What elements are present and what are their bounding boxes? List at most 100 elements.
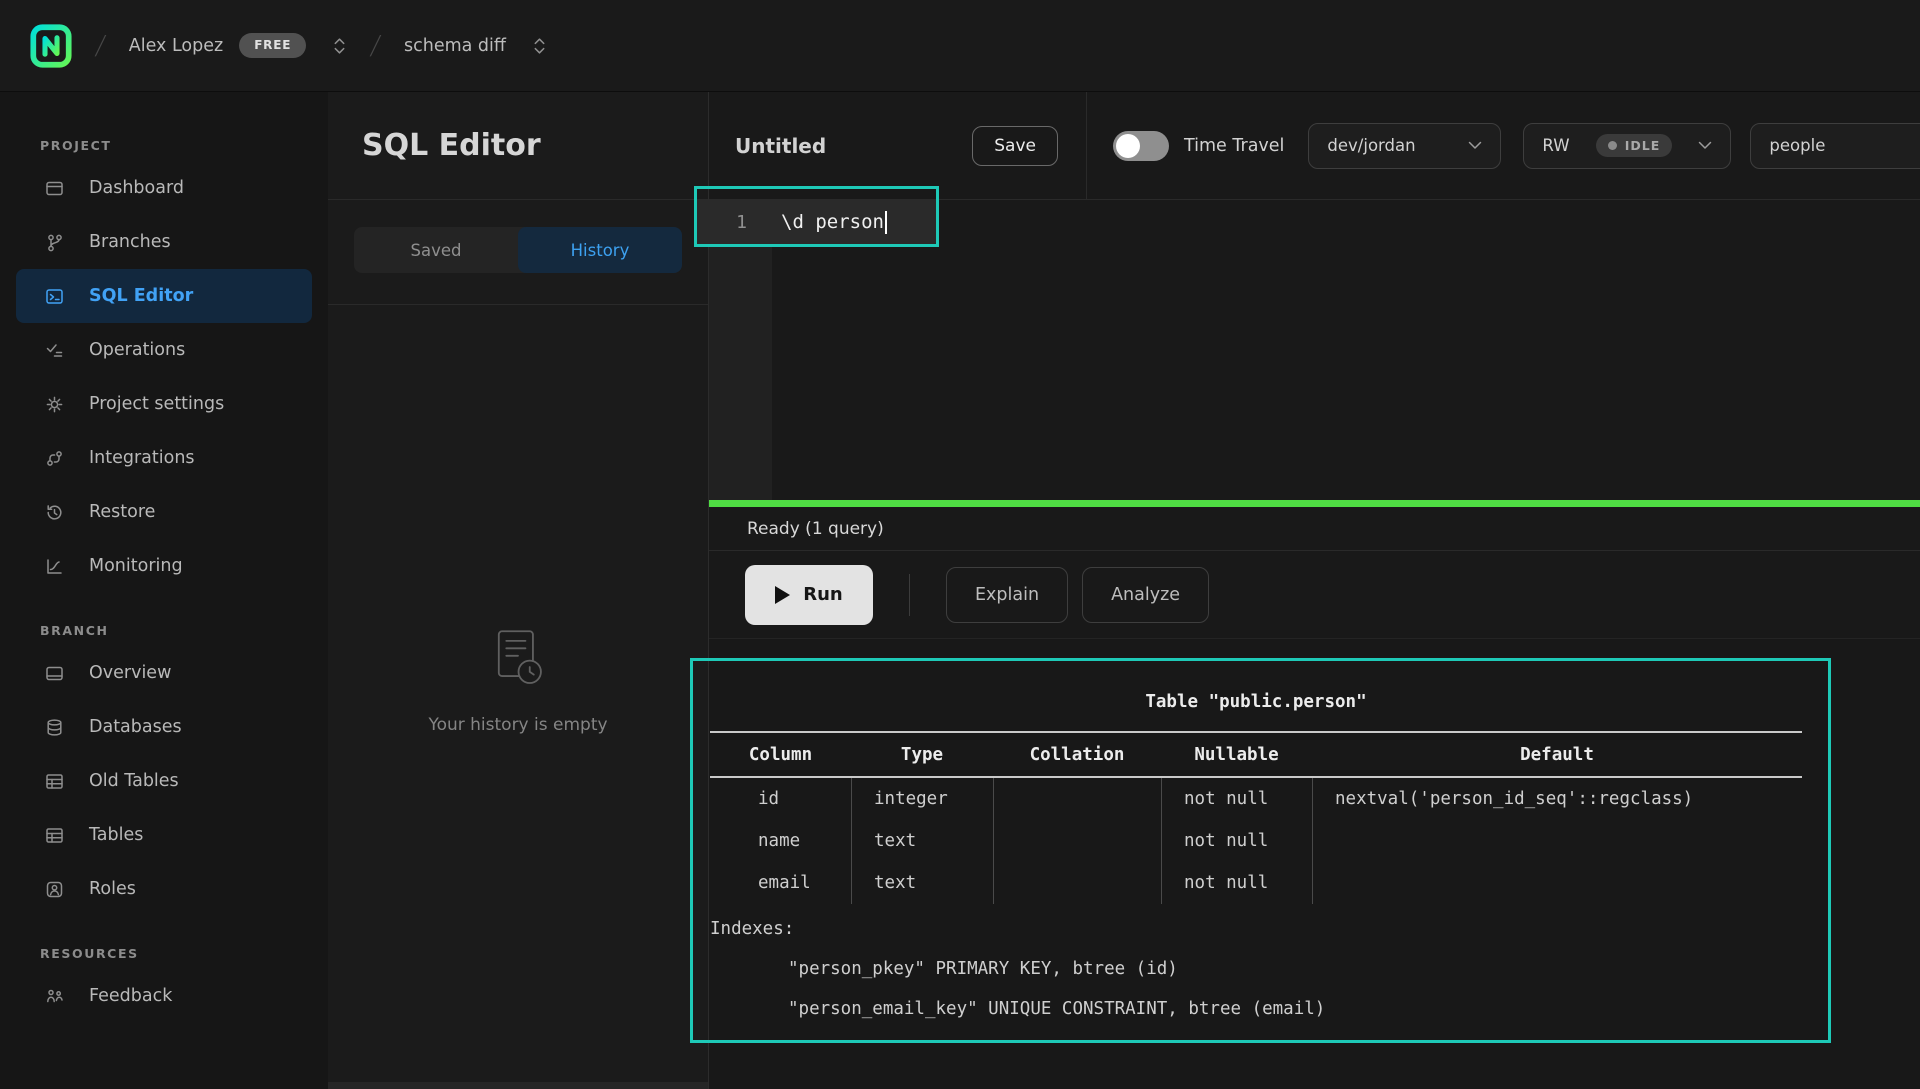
analyze-button[interactable]: Analyze bbox=[1082, 567, 1209, 623]
sidebar-item-project-settings[interactable]: Project settings bbox=[0, 377, 328, 431]
project-name[interactable]: schema diff bbox=[404, 36, 506, 56]
column-header: Column bbox=[710, 733, 851, 776]
window-icon bbox=[44, 178, 65, 199]
sidebar-item-label: Branches bbox=[89, 232, 171, 252]
run-button[interactable]: Run bbox=[745, 565, 873, 625]
column-header: Nullable bbox=[1161, 733, 1312, 776]
cell-column: email bbox=[710, 862, 851, 904]
sidebar-item-label: Operations bbox=[89, 340, 185, 360]
divider bbox=[328, 304, 708, 305]
compute-select-value: RW bbox=[1542, 136, 1569, 155]
sidebar-item-label: Feedback bbox=[89, 986, 172, 1006]
query-progress-bar bbox=[709, 500, 1920, 507]
sidebar-item-label: Dashboard bbox=[89, 178, 184, 198]
connection-bar: Time Travel dev/jordan RW IDLE people bbox=[1087, 92, 1920, 199]
chevron-down-icon bbox=[1698, 141, 1712, 150]
sidebar-item-label: Old Tables bbox=[89, 771, 179, 791]
sidebar-section-project: PROJECT bbox=[40, 138, 328, 153]
sidebar-item-operations[interactable]: Operations bbox=[0, 323, 328, 377]
sidebar-section-resources: RESOURCES bbox=[40, 946, 328, 961]
cell-collation bbox=[993, 862, 1161, 904]
breadcrumb-separator: / bbox=[369, 31, 383, 61]
cell-default: nextval('person_id_seq'::regclass) bbox=[1312, 778, 1802, 820]
branch-select[interactable]: dev/jordan bbox=[1308, 123, 1501, 169]
cell-nullable: not null bbox=[1161, 862, 1312, 904]
cell-default bbox=[1312, 820, 1802, 862]
neon-console: { "topbar": { "user_name": "Alex Lopez",… bbox=[0, 0, 1920, 1089]
line-number: 1 bbox=[697, 212, 747, 233]
gear-icon bbox=[44, 394, 65, 415]
sidebar-item-label: Project settings bbox=[89, 394, 224, 414]
table-icon bbox=[44, 771, 65, 792]
editor-header: Untitled Save Time Travel dev/jordan RW … bbox=[709, 92, 1920, 200]
database-icon bbox=[44, 717, 65, 738]
breadcrumb-separator: / bbox=[93, 31, 107, 61]
saved-history-tabs: Saved History bbox=[354, 227, 682, 273]
code-line[interactable]: 1 \d person bbox=[697, 200, 936, 244]
cell-nullable: not null bbox=[1161, 820, 1312, 862]
table-icon bbox=[44, 825, 65, 846]
page-title: SQL Editor bbox=[328, 92, 708, 200]
tab-saved[interactable]: Saved bbox=[354, 227, 518, 273]
query-title-bar: Untitled Save bbox=[709, 92, 1087, 199]
status-dot-icon bbox=[1608, 141, 1617, 150]
user-switcher-chevron-icon[interactable] bbox=[332, 35, 347, 57]
sidebar-item-label: Overview bbox=[89, 663, 171, 683]
sidebar-item-integrations[interactable]: Integrations bbox=[0, 431, 328, 485]
panel-footer-strip bbox=[328, 1082, 708, 1089]
sidebar-item-dashboard[interactable]: Dashboard bbox=[0, 161, 328, 215]
sidebar-item-tables[interactable]: Tables bbox=[0, 808, 328, 862]
sidebar-item-overview[interactable]: Overview bbox=[0, 646, 328, 700]
sidebar-item-sql-editor[interactable]: SQL Editor bbox=[16, 269, 312, 323]
topbar: / Alex Lopez FREE / schema diff bbox=[0, 0, 1920, 92]
actions-bar: Run Explain Analyze bbox=[709, 551, 1920, 639]
result-table-body: id integer not null nextval('person_id_s… bbox=[710, 778, 1802, 904]
explain-button[interactable]: Explain bbox=[946, 567, 1068, 623]
divider bbox=[909, 574, 910, 616]
sidebar-section-branch: BRANCH bbox=[40, 623, 328, 638]
compute-select[interactable]: RW IDLE bbox=[1523, 123, 1731, 169]
empty-history-text: Your history is empty bbox=[428, 715, 607, 735]
time-travel-toggle[interactable] bbox=[1113, 131, 1169, 161]
tutorial-highlight-code: 1 \d person bbox=[694, 186, 939, 247]
table-row: name text not null bbox=[710, 820, 1802, 862]
table-row: id integer not null nextval('person_id_s… bbox=[710, 778, 1802, 820]
status-text: Ready (1 query) bbox=[747, 519, 884, 539]
sidebar-item-feedback[interactable]: Feedback bbox=[0, 969, 328, 1023]
indexes-label: Indexes: bbox=[710, 918, 1802, 940]
toggle-knob bbox=[1116, 134, 1140, 158]
history-clock-icon bbox=[44, 502, 65, 523]
sidebar-item-monitoring[interactable]: Monitoring bbox=[0, 539, 328, 593]
compute-status-text: IDLE bbox=[1625, 138, 1661, 153]
empty-history-icon bbox=[486, 627, 550, 691]
save-button[interactable]: Save bbox=[972, 126, 1058, 166]
result-table-title: Table "public.person" bbox=[710, 678, 1802, 733]
cell-collation bbox=[993, 820, 1161, 862]
integrations-icon bbox=[44, 448, 65, 469]
user-name[interactable]: Alex Lopez bbox=[129, 36, 223, 56]
sidebar-item-branches[interactable]: Branches bbox=[0, 215, 328, 269]
chevron-down-icon bbox=[1468, 141, 1482, 150]
code-text: \d person bbox=[781, 211, 884, 233]
sidebar-item-databases[interactable]: Databases bbox=[0, 700, 328, 754]
sidebar-item-old-tables[interactable]: Old Tables bbox=[0, 754, 328, 808]
checklist-icon bbox=[44, 340, 65, 361]
query-result-output: Table "public.person" Column Type Collat… bbox=[693, 661, 1828, 1040]
branch-select-value: dev/jordan bbox=[1327, 136, 1415, 155]
cell-type: text bbox=[851, 820, 993, 862]
sidebar-item-label: Restore bbox=[89, 502, 155, 522]
cell-type: integer bbox=[851, 778, 993, 820]
cell-default bbox=[1312, 862, 1802, 904]
project-switcher-chevron-icon[interactable] bbox=[532, 35, 547, 57]
database-select[interactable]: people bbox=[1750, 123, 1920, 169]
column-header: Default bbox=[1312, 733, 1802, 776]
window-icon bbox=[44, 663, 65, 684]
user-badge-icon bbox=[44, 879, 65, 900]
neon-logo-icon[interactable] bbox=[30, 23, 72, 69]
sidebar-item-restore[interactable]: Restore bbox=[0, 485, 328, 539]
tab-history[interactable]: History bbox=[518, 227, 682, 273]
sidebar-item-label: Roles bbox=[89, 879, 136, 899]
sidebar-item-roles[interactable]: Roles bbox=[0, 862, 328, 916]
sidebar-item-label: Databases bbox=[89, 717, 182, 737]
query-title[interactable]: Untitled bbox=[735, 134, 826, 158]
